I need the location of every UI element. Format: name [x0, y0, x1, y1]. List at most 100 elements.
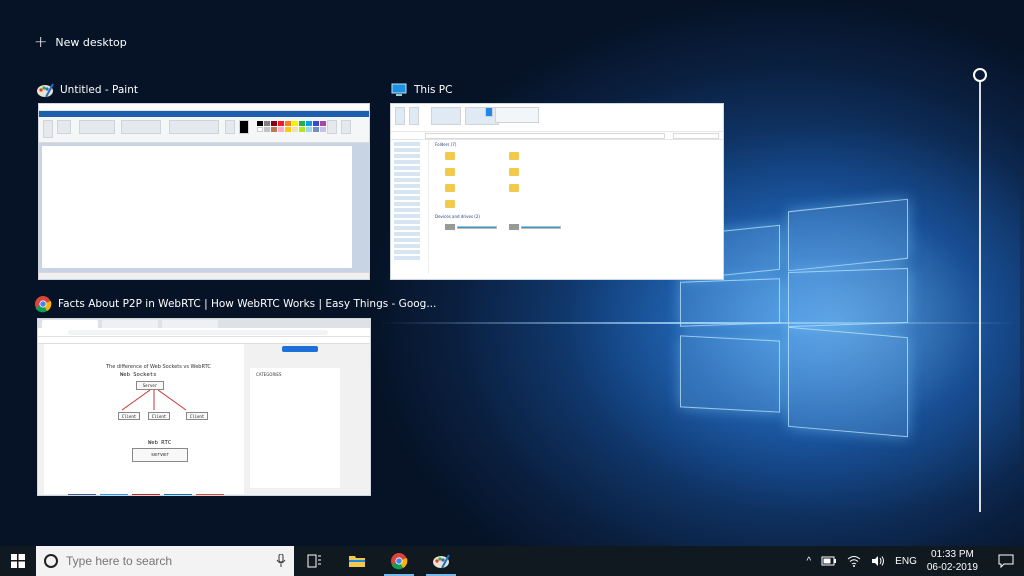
share-pinterest [132, 494, 160, 495]
folder-icon [349, 556, 365, 567]
bookmarks-bar [38, 337, 370, 344]
taskbar: ^ ENG 01:33 PM 06-02-2019 [0, 546, 1024, 576]
browser-tab [42, 320, 98, 328]
folder-icon [445, 152, 455, 160]
folder-icon [445, 200, 455, 208]
new-desktop-label: New desktop [55, 35, 127, 49]
canvas-area [39, 143, 369, 274]
settings-button [485, 107, 493, 117]
search-input[interactable] [66, 554, 276, 568]
diagram-client-box: Client [118, 412, 140, 420]
share-twitter [100, 494, 128, 495]
diagram-title: Web Sockets [120, 372, 157, 378]
network-buttons [465, 107, 499, 125]
edit-colors-button [327, 120, 337, 134]
chrome-icon [34, 295, 52, 313]
chrome-taskbar-button[interactable] [378, 546, 420, 576]
paint-taskbar-button[interactable] [420, 546, 462, 576]
drive-icon [445, 224, 455, 230]
volume-icon[interactable] [871, 555, 885, 567]
share-facebook [68, 494, 96, 495]
paste-button [43, 120, 53, 138]
diagram-arrows [121, 390, 187, 411]
timeline-handle[interactable] [973, 68, 987, 82]
drive-icon [509, 224, 519, 230]
explorer-ribbon [391, 104, 723, 132]
paint-titlebar [39, 104, 369, 111]
clock-date: 06-02-2019 [926, 562, 978, 573]
shapes-panel [169, 120, 219, 134]
navigation-pane [391, 140, 429, 274]
paint-icon [433, 554, 450, 569]
properties-button [395, 107, 405, 125]
wallpaper-pane [788, 267, 908, 328]
clock-time: 01:33 PM [931, 549, 974, 560]
task-view-window-chrome[interactable]: Facts About P2P in WebRTC | How WebRTC W… [34, 294, 436, 500]
wallpaper-pane [680, 278, 780, 327]
chrome-thumbnail[interactable]: The difference of Web Sockets vs WebRTC … [37, 318, 371, 496]
status-bar [39, 272, 369, 279]
folder-icon [509, 184, 519, 192]
input-language[interactable]: ENG [895, 556, 917, 567]
diagram-client-box: Client [186, 412, 208, 420]
diagram2-title: Web RTC [148, 440, 172, 446]
start-button[interactable] [0, 546, 36, 576]
task-view-window-this-pc[interactable]: This PC Folders (7) Devices and drives (… [390, 80, 724, 280]
windows-logo-icon [11, 554, 25, 568]
color1-selector [239, 120, 249, 134]
chrome-icon [391, 553, 408, 570]
browser-tab [102, 320, 158, 328]
address-bar [391, 132, 723, 140]
show-hidden-icons-icon[interactable]: ^ [806, 556, 811, 567]
window-title: Untitled - Paint [60, 84, 138, 96]
battery-icon[interactable] [821, 556, 837, 566]
wallpaper-beam [380, 322, 1020, 324]
drive-usage-bar [521, 226, 561, 229]
drive-usage-bar [457, 226, 497, 229]
taskbar-search[interactable] [36, 546, 294, 576]
window-title-bar: Facts About P2P in WebRTC | How WebRTC W… [34, 294, 436, 314]
open-button [409, 107, 419, 125]
network-icon[interactable] [847, 555, 861, 567]
sidebar-widget: CATEGORIES [250, 368, 340, 488]
task-view-icon [307, 554, 321, 568]
microphone-icon[interactable] [276, 553, 286, 568]
image-tools [79, 120, 115, 134]
window-title-bar: Untitled - Paint [36, 80, 138, 100]
devices-header: Devices and drives (2) [435, 214, 480, 219]
task-view-window-paint[interactable]: Untitled - Paint [36, 80, 372, 280]
window-title: This PC [414, 84, 453, 96]
diagram2-server-box: server [132, 448, 188, 462]
folder-icon [445, 184, 455, 192]
web-page: The difference of Web Sockets vs WebRTC … [38, 344, 370, 495]
action-center-icon[interactable] [998, 554, 1014, 568]
cortana-icon [44, 554, 58, 568]
task-view-button[interactable] [294, 546, 336, 576]
paint-thumbnail[interactable] [38, 103, 370, 280]
this-pc-icon [390, 81, 408, 99]
drawing-tools [121, 120, 161, 134]
diagram-server-box: Server [136, 381, 164, 390]
browser-tab-strip [38, 319, 370, 328]
subscribe-button [282, 346, 318, 352]
timeline-scrollbar[interactable] [979, 82, 981, 512]
new-desktop-button[interactable]: + New desktop [34, 34, 127, 50]
clock[interactable]: 01:33 PM 06-02-2019 [927, 548, 978, 574]
wallpaper-pane [788, 326, 908, 438]
drawing-canvas [42, 146, 352, 268]
folders-header: Folders (7) [435, 142, 457, 147]
wallpaper-pane [788, 198, 908, 272]
size-selector [225, 120, 235, 134]
system-links [495, 107, 539, 123]
file-explorer-taskbar-button[interactable] [336, 546, 378, 576]
window-title: Facts About P2P in WebRTC | How WebRTC W… [58, 298, 437, 310]
folder-icon [445, 168, 455, 176]
explorer-thumbnail[interactable]: Folders (7) Devices and drives (2) [390, 103, 724, 280]
diagram-client-box: Client [148, 412, 170, 420]
clipboard-tools [57, 120, 71, 134]
paint-icon [36, 81, 54, 99]
browser-tab [162, 320, 218, 328]
wallpaper-pane [680, 335, 780, 413]
system-tray: ^ ENG 01:33 PM 06-02-2019 [806, 546, 1024, 576]
paint3d-button [341, 120, 351, 134]
